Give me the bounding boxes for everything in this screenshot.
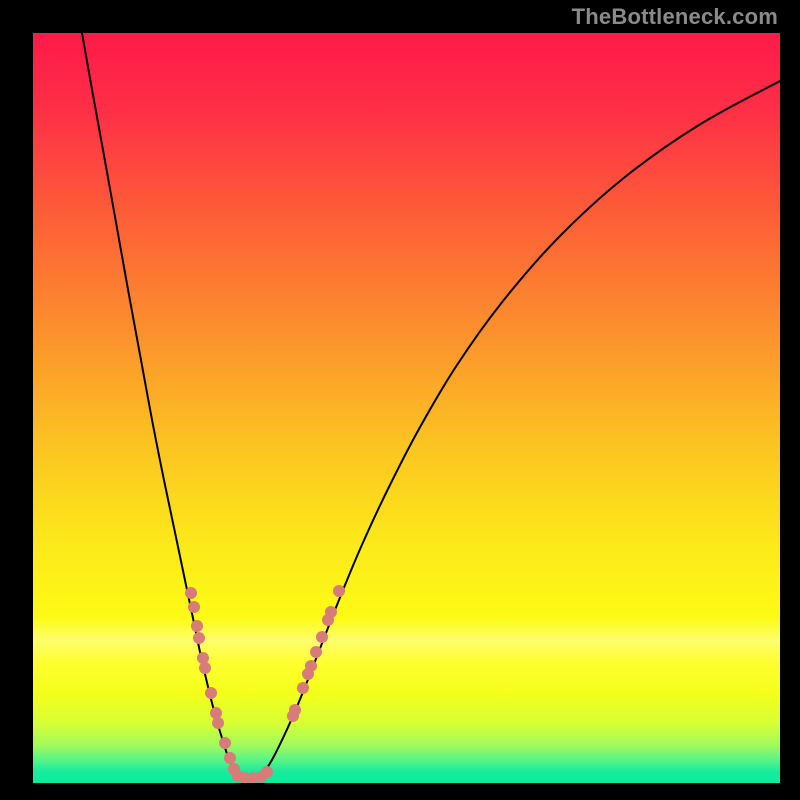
highlight-dot (210, 707, 222, 719)
highlight-dot (316, 631, 328, 643)
highlight-dot (188, 601, 200, 613)
highlight-dot (191, 620, 203, 632)
watermark-text: TheBottleneck.com (572, 4, 778, 30)
highlight-dot (197, 652, 209, 664)
highlight-dot (205, 687, 217, 699)
highlight-dot (219, 737, 231, 749)
highlight-dot (199, 662, 211, 674)
bottleneck-curve (82, 33, 780, 778)
highlight-dot (333, 585, 345, 597)
highlight-dot (310, 646, 322, 658)
highlight-dot (289, 704, 301, 716)
highlight-dot (212, 717, 224, 729)
highlight-dot (224, 752, 236, 764)
highlight-dots-group (185, 585, 345, 783)
highlight-dot (297, 682, 309, 694)
chart-frame: TheBottleneck.com (0, 0, 800, 800)
plot-area (33, 33, 780, 783)
highlight-dot (325, 606, 337, 618)
highlight-dot (305, 660, 317, 672)
highlight-dot (193, 632, 205, 644)
curve-layer (33, 33, 780, 783)
highlight-dot (185, 587, 197, 599)
highlight-dot (261, 766, 273, 778)
